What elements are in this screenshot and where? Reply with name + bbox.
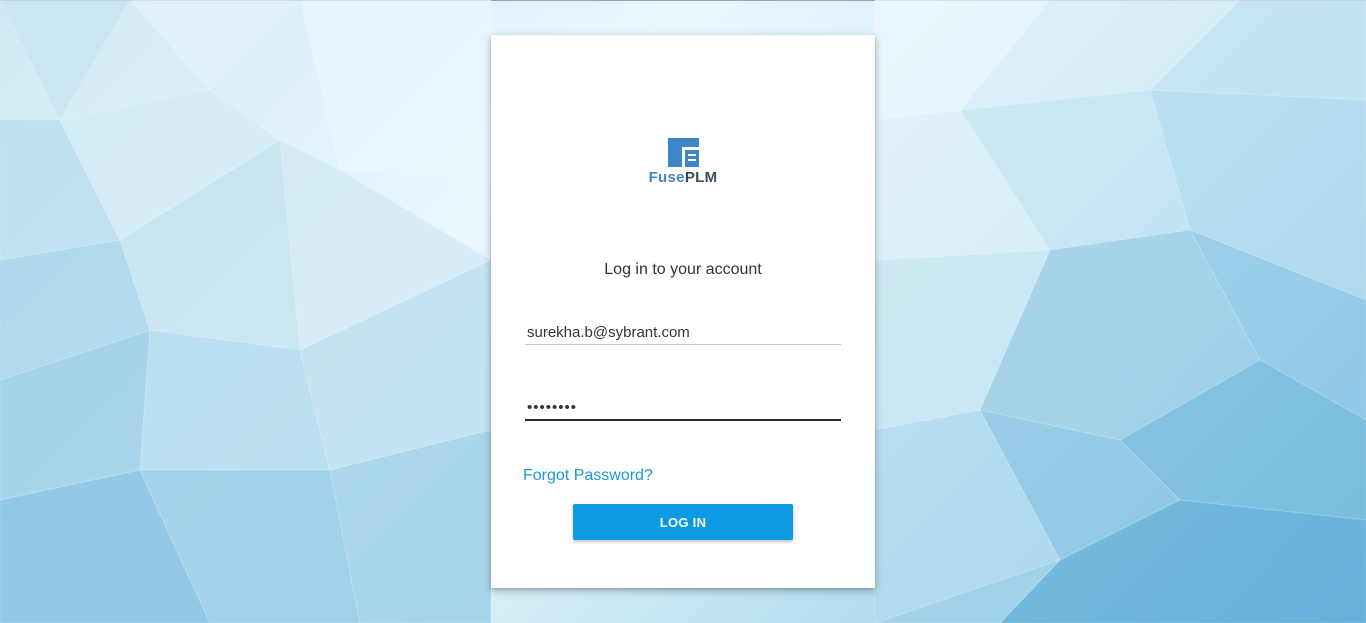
email-field-wrapper (525, 320, 841, 345)
login-page: FusePLM Log in to your account Forgot Pa… (0, 0, 1366, 623)
fuseplm-logo-icon (667, 138, 699, 167)
brand-name: FusePLM (491, 169, 875, 186)
login-title: Log in to your account (604, 261, 762, 278)
password-input[interactable] (525, 396, 841, 421)
brand-logo: FusePLM (491, 138, 875, 186)
password-field-wrapper (525, 396, 841, 421)
login-card: FusePLM Log in to your account Forgot Pa… (491, 35, 875, 588)
login-button[interactable]: LOG IN (573, 504, 793, 540)
brand-name-part1: Fuse (648, 169, 685, 186)
brand-name-part2: PLM (684, 169, 718, 186)
email-input[interactable] (525, 320, 841, 345)
forgot-password-link[interactable]: Forgot Password? (523, 467, 653, 485)
